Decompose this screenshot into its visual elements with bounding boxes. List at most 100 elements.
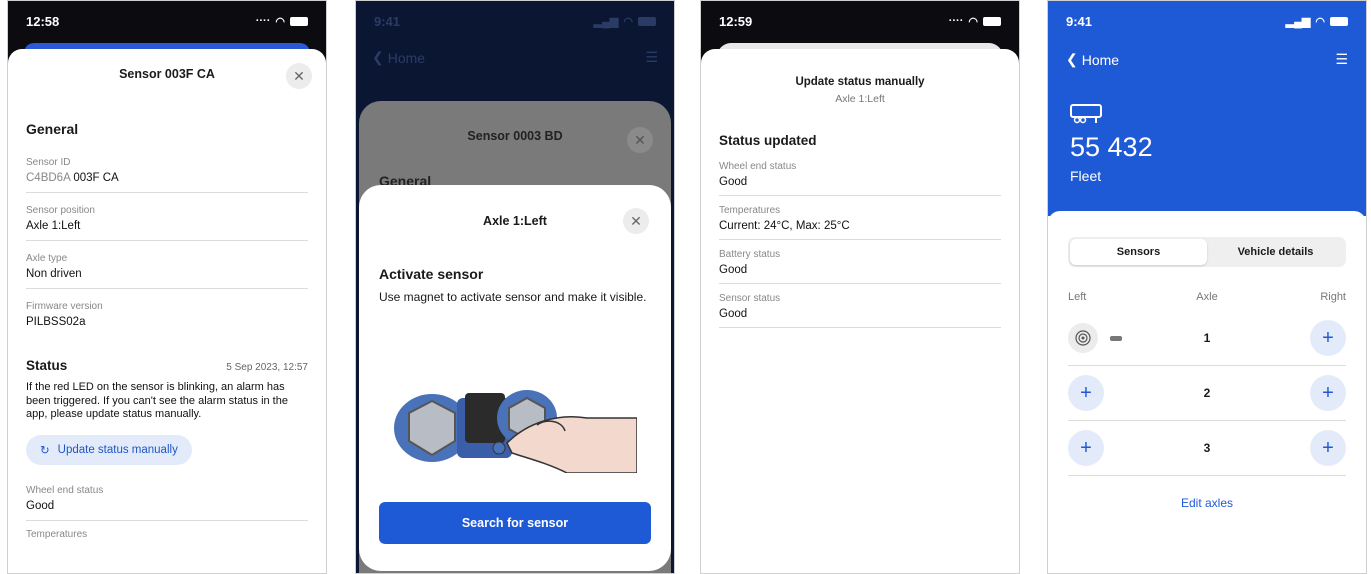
wifi-icon: ◠ (275, 15, 285, 28)
field-value: PILBSS02a (26, 316, 86, 328)
add-sensor-button[interactable]: + (1310, 375, 1346, 411)
plus-icon: + (1322, 436, 1334, 459)
sensor-sheet: Sensor 003F CA ✕ General Sensor ID C4BD6… (8, 49, 326, 573)
status-bar: 9:41 ▂▄▆ ◠ (1048, 1, 1366, 41)
close-button[interactable]: ✕ (623, 208, 649, 234)
back-label: Home (1081, 51, 1120, 68)
field-label: Sensor position (26, 205, 95, 216)
axle-row: 1 + (1068, 311, 1346, 366)
field-label: Firmware version (26, 301, 103, 312)
close-icon: ✕ (630, 212, 642, 229)
plus-icon: + (1080, 381, 1092, 404)
sensor-id-suffix: 003F CA (73, 172, 119, 184)
left-slot (1068, 323, 1138, 353)
clock: 9:41 (1066, 13, 1093, 29)
clock: 9:41 (374, 13, 401, 29)
axle-number: 3 (1203, 441, 1211, 455)
menu-icon[interactable]: ☰ (645, 49, 658, 66)
tab-vehicle-details[interactable]: Vehicle details (1207, 239, 1344, 265)
chevron-left-icon: ❮ (1066, 51, 1078, 67)
refresh-icon: ↻ (40, 444, 50, 457)
signal-dots-icon: ···· (255, 15, 271, 27)
add-sensor-button[interactable]: + (1068, 430, 1104, 466)
field-value: Good (719, 308, 748, 320)
vehicle-header: 9:41 ▂▄▆ ◠ ❮ Home ☰ 55 432 Fleet (1048, 1, 1366, 216)
phone-status-updated: 12:59 ···· ◠ Update status manually Axle … (700, 0, 1020, 574)
battery-icon (290, 16, 308, 26)
back-label: Home (387, 49, 426, 66)
status-updated-heading: Status updated (719, 133, 817, 148)
field-label: Axle type (26, 253, 68, 264)
field-temperatures: Temperatures (26, 521, 308, 552)
signal-icon: ▂▄▆ (1285, 15, 1311, 28)
clock: 12:59 (719, 13, 753, 29)
status-icons: ▂▄▆ ◠ (594, 15, 656, 28)
left-slot: + (1068, 430, 1138, 466)
field-label: Wheel end status (26, 484, 104, 496)
add-sensor-button[interactable]: + (1310, 430, 1346, 466)
col-right: Right (1320, 291, 1346, 303)
add-sensor-button[interactable]: + (1310, 320, 1346, 356)
axle-row: + 2 + (1068, 366, 1346, 421)
battery-icon (1330, 16, 1348, 26)
tab-sensors[interactable]: Sensors (1070, 239, 1207, 265)
left-slot: + (1068, 375, 1138, 411)
right-slot: + (1276, 320, 1346, 356)
status-icons: ···· ◠ (256, 15, 308, 28)
fleet-label: Fleet (1070, 168, 1102, 184)
modal-title: Axle 1:Left (483, 214, 547, 228)
sheet-title: Sensor 003F CA (119, 67, 215, 81)
field-wheel-end-status: Wheel end status Good (719, 152, 1001, 196)
field-value: C4BD6A 003F CA (26, 172, 308, 184)
sensor-glyph (1075, 330, 1091, 346)
signal-dots-icon: ···· (948, 15, 964, 27)
status-heading: Status (26, 358, 68, 373)
menu-icon[interactable]: ☰ (1335, 51, 1348, 68)
back-button[interactable]: ❮ Home (372, 49, 425, 66)
field-battery-status: Battery status Good (719, 240, 1001, 284)
right-slot: + (1276, 430, 1346, 466)
edit-axles-link[interactable]: Edit axles (1068, 496, 1346, 510)
field-value: Good (719, 264, 748, 276)
field-label: Temperatures (26, 528, 88, 540)
field-wheel-end-status: Wheel end status Good (26, 473, 308, 521)
nav-bar: ❮ Home ☰ (372, 49, 658, 66)
trailer-icon (1070, 104, 1102, 124)
battery-icon (638, 16, 656, 26)
add-sensor-button[interactable]: + (1068, 375, 1104, 411)
signal-icon: ▂▄▆ (593, 15, 619, 28)
general-heading: General (26, 121, 79, 137)
tab-switcher: Sensors Vehicle details (1068, 237, 1346, 267)
nav-bar: ❮ Home ☰ (1066, 51, 1348, 68)
update-status-label: Update status manually (57, 443, 178, 456)
sheet-subtitle: Axle 1:Left (835, 93, 885, 105)
right-slot: + (1276, 375, 1346, 411)
update-status-sheet: Update status manually Axle 1:Left Statu… (701, 49, 1019, 573)
status-bar: 12:59 ···· ◠ (701, 1, 1019, 41)
status-icons: ▂▄▆ ◠ (1286, 15, 1348, 28)
field-label: Battery status (719, 249, 781, 260)
close-icon: ✕ (634, 131, 646, 148)
sheet-title: Update status manually (795, 76, 925, 88)
field-value: Good (719, 176, 748, 188)
vehicle-number: 55 432 (1070, 132, 1153, 162)
col-left: Left (1068, 291, 1087, 303)
sensor-magnet-illustration (394, 390, 637, 473)
field-axle-type: Axle type Non driven (26, 241, 308, 289)
phone-vehicle-axles: 9:41 ▂▄▆ ◠ ❮ Home ☰ 55 432 Fleet Sensors V… (1047, 0, 1367, 574)
status-description: If the red LED on the sensor is blinking… (26, 381, 288, 420)
update-status-button[interactable]: ↻ Update status manually (26, 434, 192, 465)
sensor-icon[interactable] (1068, 323, 1098, 353)
axle-number: 1 (1203, 331, 1211, 345)
wifi-icon: ◠ (623, 15, 633, 28)
plus-icon: + (1322, 326, 1334, 349)
search-sensor-button[interactable]: Search for sensor (379, 502, 651, 544)
col-axle: Axle (1196, 291, 1218, 303)
close-button[interactable]: ✕ (286, 63, 312, 89)
status-icons: ···· ◠ (949, 15, 1001, 28)
battery-icon (983, 16, 1001, 26)
field-value: Current: 24°C, Max: 25°C (719, 220, 850, 232)
wifi-icon: ◠ (1315, 15, 1325, 28)
back-button[interactable]: ❮ Home (1066, 51, 1119, 68)
sensor-id-prefix: C4BD6A (26, 172, 71, 184)
